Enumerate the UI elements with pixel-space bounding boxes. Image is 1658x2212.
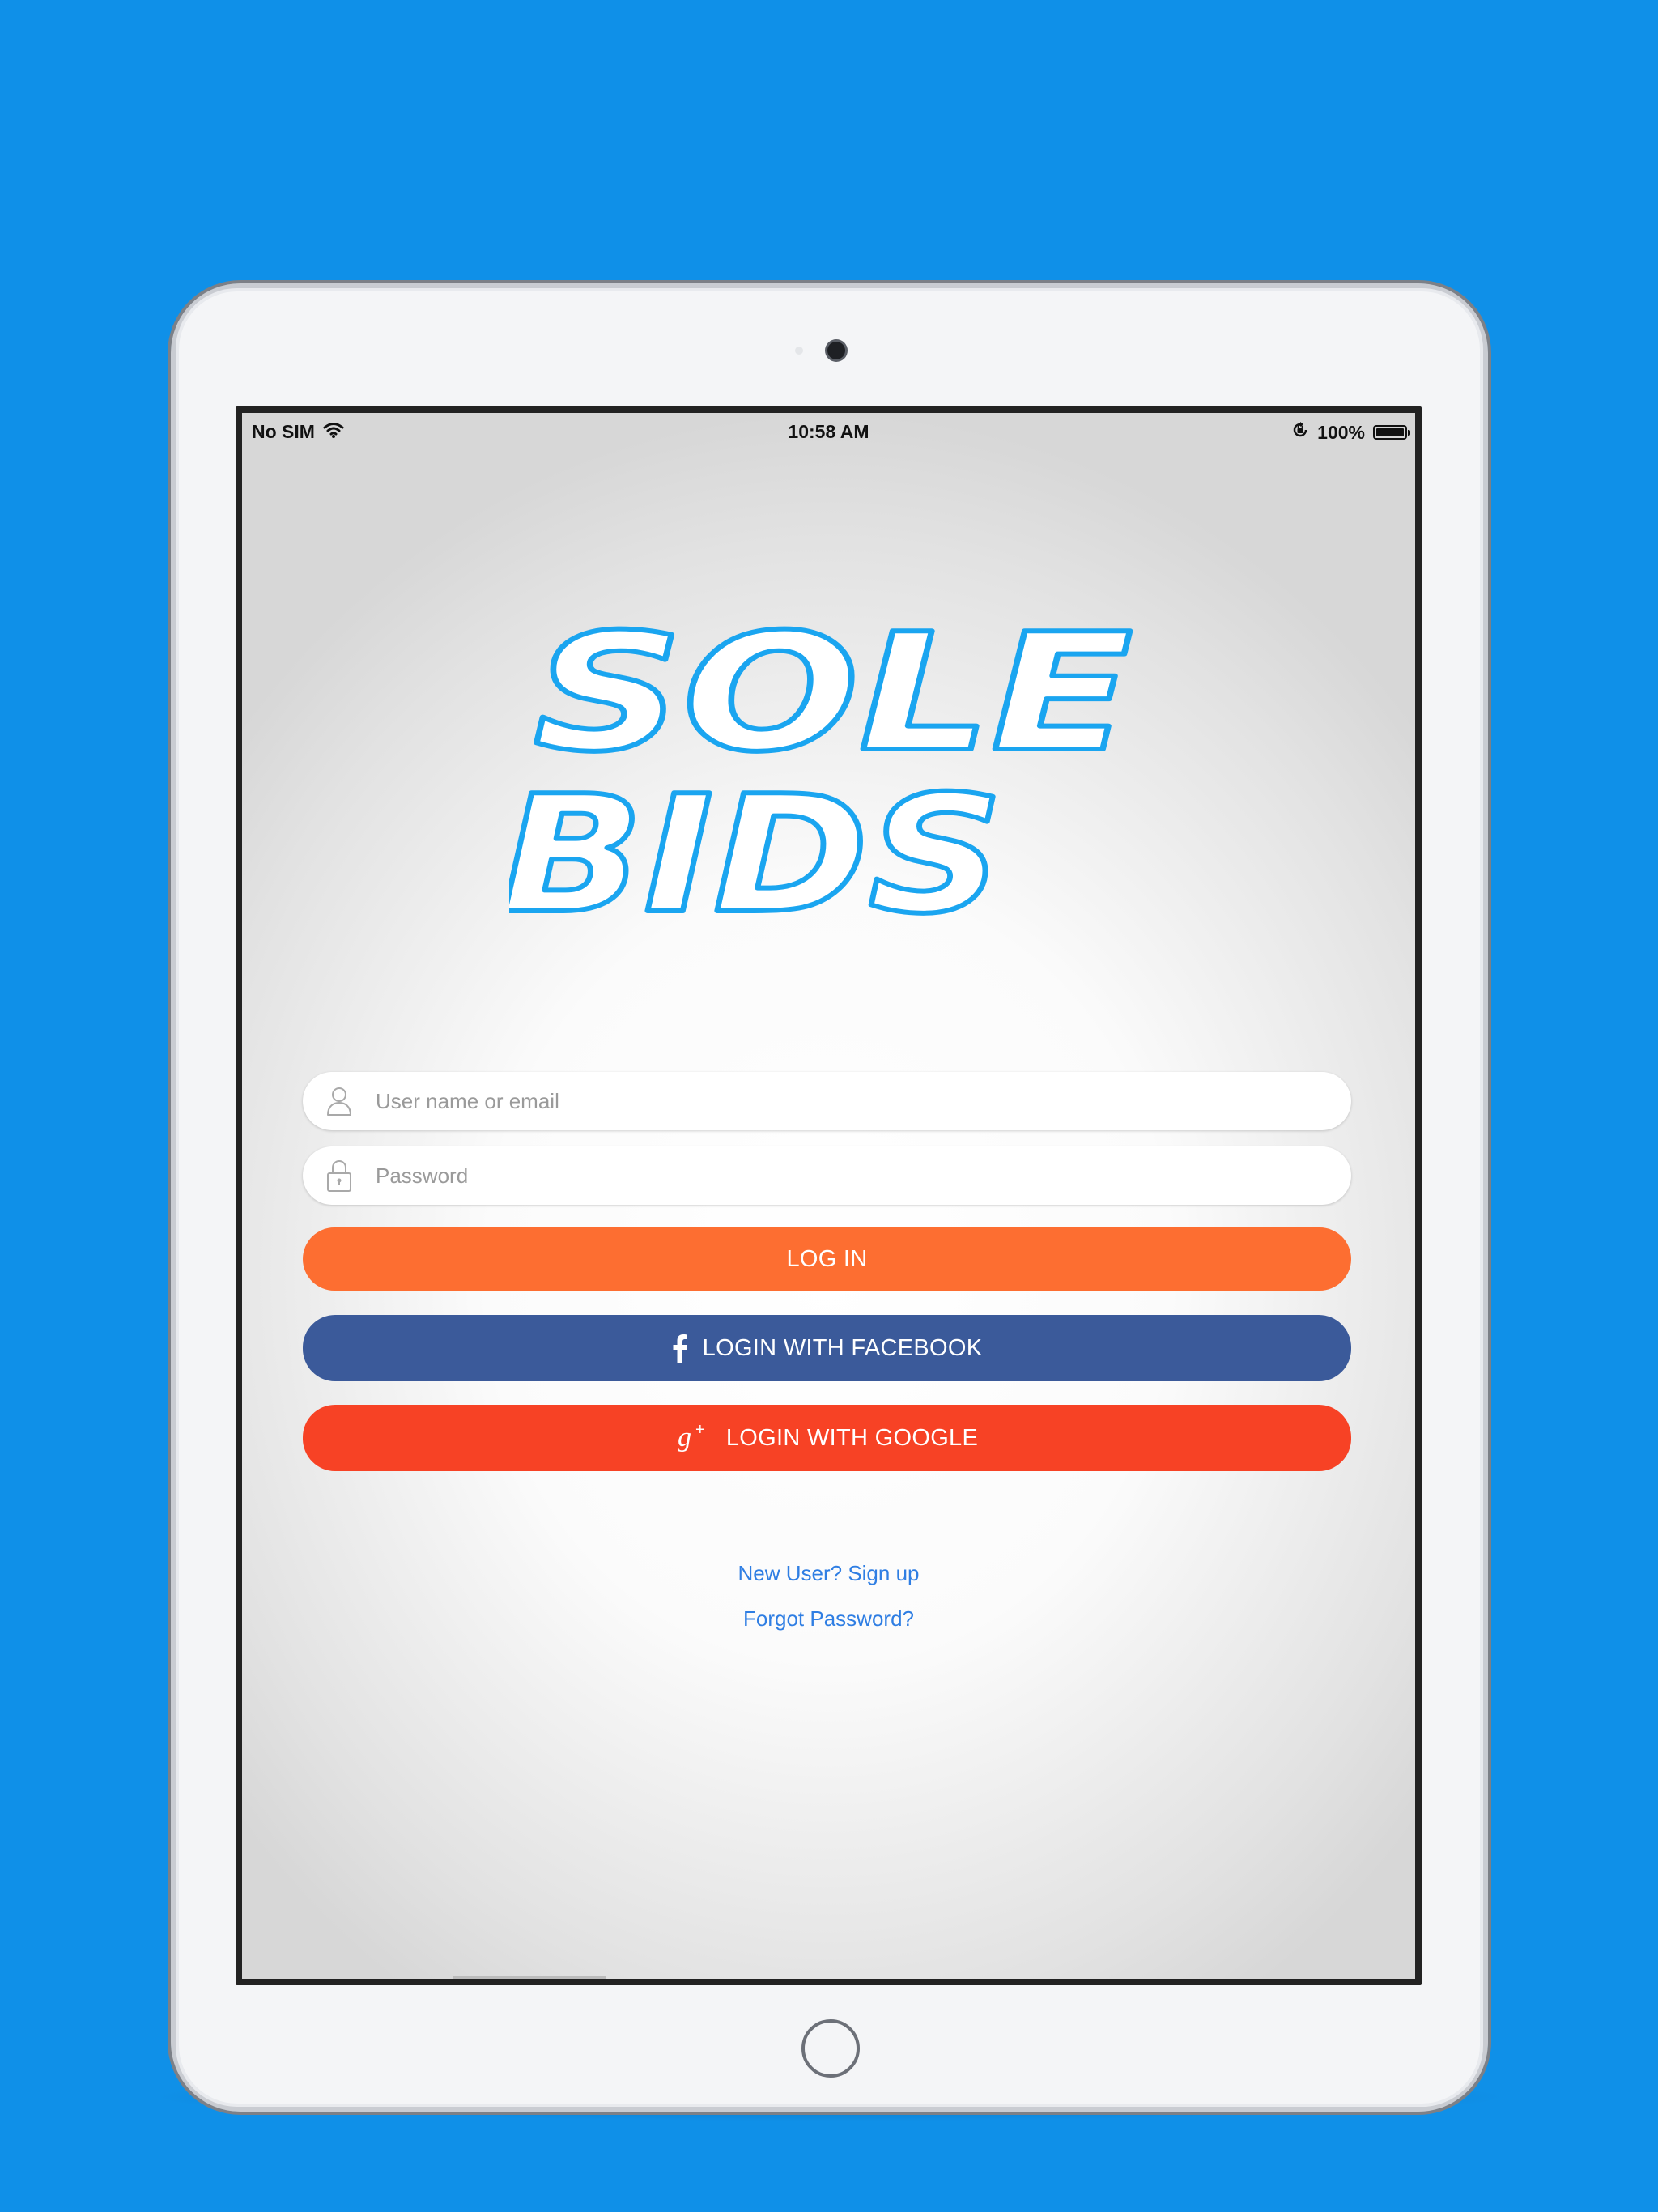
signup-link[interactable]: New User? Sign up: [738, 1561, 920, 1585]
status-bar: No SIM 10:58 AM 100%: [242, 413, 1415, 449]
google-button-label: LOGIN WITH GOOGLE: [725, 1424, 979, 1451]
forgot-password-link[interactable]: Forgot Password?: [743, 1606, 914, 1631]
username-field[interactable]: [303, 1072, 1351, 1130]
status-time: 10:58 AM: [788, 421, 869, 442]
screen: No SIM 10:58 AM 100% SOLE BIDS User name…: [236, 406, 1422, 1985]
sole-bids-logo: SOLE BIDS: [499, 597, 1157, 952]
forgot-password-link-row: Forgot Password?: [242, 1606, 1415, 1631]
logo-line1: SOLE: [534, 603, 1133, 788]
battery-icon: [1373, 425, 1410, 440]
facebook-icon: [672, 1334, 688, 1363]
google-login-button[interactable]: g + LOGIN WITH GOOGLE: [303, 1405, 1351, 1471]
front-camera: [827, 342, 845, 359]
light-sensor: [795, 347, 803, 355]
orientation-lock-icon: [1291, 421, 1309, 444]
logo-line2: BIDS: [509, 761, 1003, 927]
password-input[interactable]: [376, 1151, 1307, 1200]
login-button[interactable]: LOG IN: [303, 1227, 1351, 1291]
battery-fill: [1376, 428, 1404, 436]
google-plus-icon: g +: [676, 1422, 712, 1454]
login-screen: No SIM 10:58 AM 100% SOLE BIDS User name…: [242, 413, 1415, 1979]
status-right: 100%: [1291, 421, 1410, 444]
svg-text:g: g: [678, 1423, 691, 1453]
lock-icon: [303, 1146, 376, 1205]
scroll-indicator: [453, 1976, 606, 1979]
home-button[interactable]: [801, 2019, 860, 2078]
password-field[interactable]: [303, 1146, 1351, 1205]
svg-text:+: +: [695, 1422, 705, 1439]
battery-percent: 100%: [1317, 421, 1365, 443]
user-icon: [303, 1072, 376, 1130]
login-button-label: LOG IN: [786, 1245, 868, 1272]
signup-link-row: New User? Sign up: [242, 1561, 1415, 1586]
username-input[interactable]: [376, 1077, 1307, 1125]
facebook-button-label: LOGIN WITH FACEBOOK: [702, 1334, 983, 1361]
facebook-login-button[interactable]: LOGIN WITH FACEBOOK: [303, 1315, 1351, 1381]
